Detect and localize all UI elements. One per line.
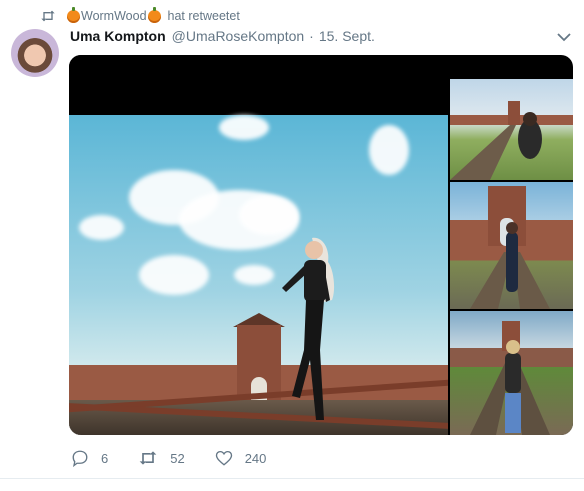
retweet-count: 52	[170, 450, 185, 466]
cloud	[234, 265, 274, 285]
tweet-actions: 6 52 240	[71, 449, 296, 467]
cloud	[369, 125, 409, 175]
tweet-timestamp[interactable]: 15. Sept.	[319, 28, 375, 44]
reply-icon	[72, 450, 88, 467]
like-count: 240	[244, 450, 267, 466]
retweet-button[interactable]: 52	[138, 449, 185, 467]
cloud	[219, 115, 269, 140]
thumbnail-scene	[470, 321, 550, 435]
tweet-divider	[0, 478, 584, 479]
thumbnail-scene	[450, 101, 573, 180]
retweeter-name[interactable]: WormWood	[81, 9, 147, 23]
retweet-icon	[41, 10, 55, 22]
separator-dot: ·	[309, 28, 314, 44]
tweet-media[interactable]	[69, 55, 573, 435]
cloud	[139, 255, 209, 295]
cloud	[239, 195, 299, 235]
heart-icon	[215, 450, 232, 466]
retweet-context: WormWood hat retweetet	[40, 6, 240, 25]
cloud	[79, 215, 124, 240]
thumbnail-photo[interactable]	[450, 311, 573, 435]
user-handle[interactable]: @UmaRoseKompton	[172, 28, 305, 44]
tweet-header: Uma Kompton @UmaRoseKompton · 15. Sept.	[70, 28, 375, 44]
retweet-icon	[139, 451, 157, 465]
chevron-down-icon[interactable]	[556, 30, 572, 44]
pumpkin-emoji-icon	[67, 6, 80, 23]
pumpkin-emoji-icon	[147, 6, 161, 23]
thumbnail-photo[interactable]	[450, 79, 573, 180]
reply-button[interactable]: 6	[71, 449, 108, 467]
thumbnail-photo[interactable]	[450, 182, 573, 309]
reply-count: 6	[101, 450, 109, 466]
like-button[interactable]: 240	[215, 449, 267, 467]
woman-figure	[282, 237, 335, 420]
retweet-label: hat retweetet	[167, 9, 240, 23]
display-name[interactable]: Uma Kompton	[70, 28, 166, 44]
avatar[interactable]	[11, 29, 59, 77]
main-photo[interactable]	[69, 55, 448, 435]
thumbnail-scene	[470, 186, 550, 309]
